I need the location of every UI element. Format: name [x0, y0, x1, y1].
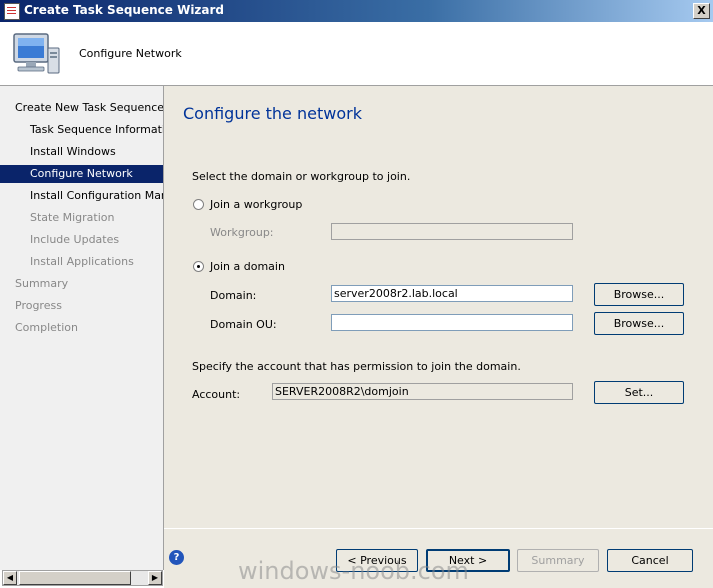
wizard-content-pane: Configure the network Select the domain … [164, 86, 713, 588]
wizard-app-icon [4, 3, 20, 20]
domain-workgroup-instruction: Select the domain or workgroup to join. [192, 170, 411, 183]
domain-ou-browse-button[interactable]: Browse... [594, 312, 684, 335]
nav-item-progress: Progress [15, 299, 62, 312]
workgroup-field [331, 223, 573, 240]
join-workgroup-label[interactable]: Join a workgroup [210, 198, 302, 211]
header-step-title: Configure Network [79, 47, 182, 60]
nav-item-configure-network[interactable]: Configure Network [0, 165, 163, 183]
window-title: Create Task Sequence Wizard [24, 3, 225, 17]
set-account-button[interactable]: Set... [594, 381, 684, 404]
nav-item-completion: Completion [15, 321, 79, 334]
wizard-nav-pane: Create New Task Sequence Task Sequence I… [0, 86, 164, 570]
nav-item-include-updates: Include Updates [30, 233, 120, 246]
wizard-header: Configure Network [0, 22, 713, 86]
scrollbar-thumb[interactable] [19, 571, 131, 585]
workgroup-label: Workgroup: [210, 226, 274, 239]
cancel-button[interactable]: Cancel [607, 549, 693, 572]
domain-label: Domain: [210, 289, 257, 302]
close-button[interactable]: X [693, 3, 710, 19]
computer-icon [13, 33, 60, 74]
scroll-right-button[interactable]: ▶ [148, 571, 162, 585]
account-instruction: Specify the account that has permission … [192, 360, 521, 373]
nav-item-install-applications: Install Applications [30, 255, 134, 268]
title-bar: Create Task Sequence Wizard X [0, 0, 713, 22]
join-workgroup-radio[interactable] [193, 199, 204, 210]
nav-horizontal-scrollbar[interactable]: ◀ ▶ [2, 570, 163, 586]
nav-item-summary: Summary [15, 277, 69, 290]
scroll-left-button[interactable]: ◀ [3, 571, 17, 585]
summary-button: Summary [517, 549, 599, 572]
domain-browse-button[interactable]: Browse... [594, 283, 684, 306]
help-icon[interactable]: ? [169, 550, 184, 565]
domain-field[interactable]: server2008r2.lab.local [331, 285, 573, 302]
page-title: Configure the network [183, 104, 362, 123]
nav-item-task-sequence-information[interactable]: Task Sequence Information [0, 121, 163, 139]
domain-ou-label: Domain OU: [210, 318, 277, 331]
watermark: windows-noob.com [238, 557, 469, 585]
join-domain-radio[interactable] [193, 261, 204, 272]
footer-separator [164, 528, 713, 529]
nav-item-state-migration: State Migration [30, 211, 115, 224]
nav-item-install-windows[interactable]: Install Windows [0, 143, 163, 161]
join-domain-label[interactable]: Join a domain [210, 260, 285, 273]
account-label: Account: [192, 388, 241, 401]
nav-item-create-new-task-sequence[interactable]: Create New Task Sequence [0, 99, 163, 117]
domain-ou-field[interactable] [331, 314, 573, 331]
nav-item-install-configuration-manager[interactable]: Install Configuration Manag [0, 187, 163, 205]
account-field: SERVER2008R2\domjoin [272, 383, 573, 400]
